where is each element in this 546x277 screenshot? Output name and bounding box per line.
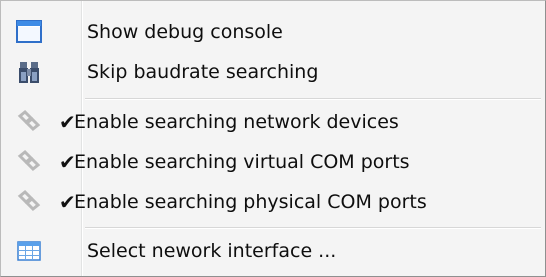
context-menu: Show debug console Skip baudrate searchi… xyxy=(0,0,546,277)
window-icon xyxy=(13,16,45,48)
menu-item-enable-physical-com-ports[interactable]: ✔ Enable searching physical COM ports xyxy=(3,183,543,221)
menu-item-label: Select nework interface ... xyxy=(87,240,337,262)
menu-item-label: Skip baudrate searching xyxy=(87,61,319,83)
menu-item-label: Enable searching physical COM ports xyxy=(74,191,427,213)
binoculars-icon xyxy=(13,56,45,88)
menu-separator xyxy=(85,98,541,100)
link-icon xyxy=(13,106,45,138)
menu-item-label: Show debug console xyxy=(87,21,283,43)
link-icon xyxy=(13,186,45,218)
menu-separator xyxy=(85,227,541,229)
menu-item-skip-baudrate-searching[interactable]: Skip baudrate searching xyxy=(3,53,543,91)
menu-item-select-network-interface[interactable]: Select nework interface ... xyxy=(3,232,543,270)
menu-item-enable-virtual-com-ports[interactable]: ✔ Enable searching virtual COM ports xyxy=(3,143,543,181)
menu-item-label: Enable searching network devices xyxy=(74,111,399,133)
menu-item-label: Enable searching virtual COM ports xyxy=(74,151,410,173)
table-icon xyxy=(13,235,45,267)
menu-item-show-debug-console[interactable]: Show debug console xyxy=(3,13,543,51)
menu-item-enable-network-devices[interactable]: ✔ Enable searching network devices xyxy=(3,103,543,141)
link-icon xyxy=(13,146,45,178)
